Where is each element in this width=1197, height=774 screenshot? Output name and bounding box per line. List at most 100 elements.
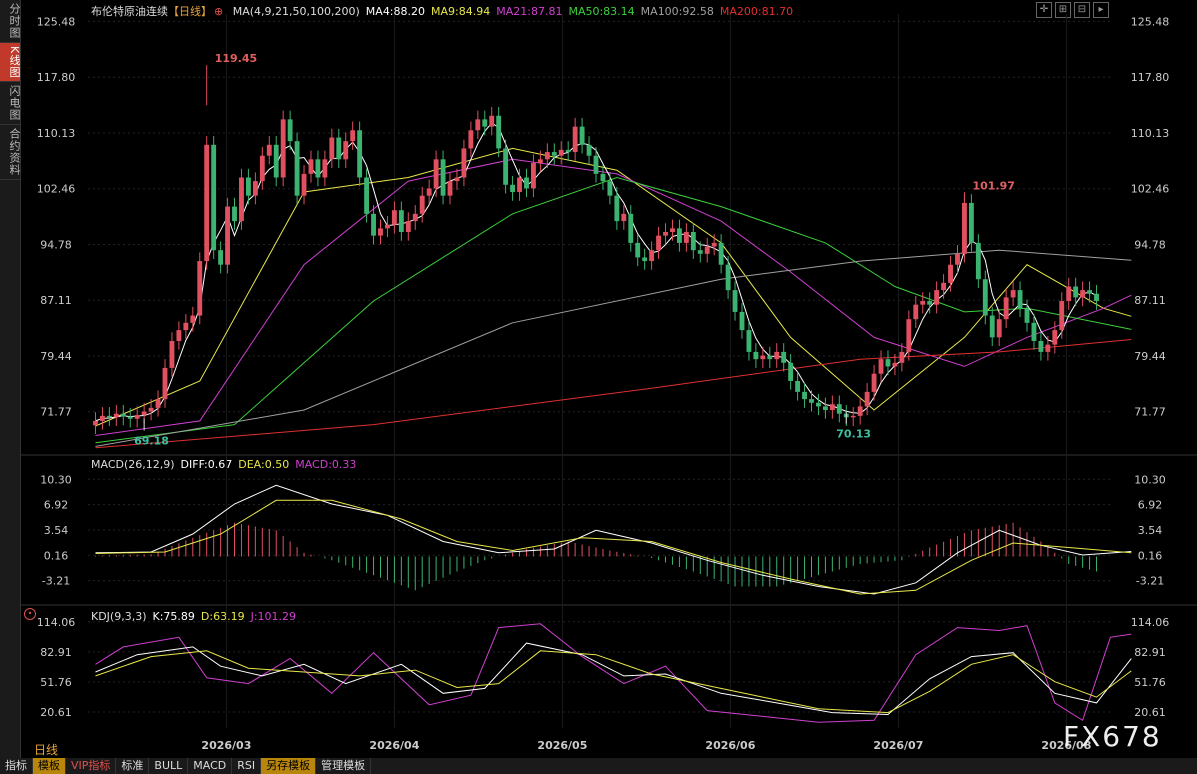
candle-body (1010, 290, 1016, 298)
candle-body (190, 315, 196, 323)
axis-tick-left: -3.21 (42, 575, 70, 588)
price-annotation: 70.13 (836, 428, 871, 441)
candle-body (753, 351, 759, 360)
candle-body (475, 119, 481, 131)
candle-body (878, 359, 884, 374)
candle-body (211, 144, 217, 251)
axis-tick-left: 6.92 (44, 499, 69, 512)
axis-tick-left: 3.54 (44, 524, 69, 537)
candle-body (975, 242, 981, 280)
x-axis-label: 2026/04 (369, 739, 419, 752)
candle-body (336, 137, 342, 160)
candle-body (1059, 301, 1065, 331)
candle-body (322, 159, 328, 178)
candle-body (287, 119, 293, 142)
candle-body (656, 235, 661, 251)
candle-body (419, 195, 425, 214)
btn-macd[interactable]: MACD (188, 758, 233, 774)
candle-body (343, 141, 349, 160)
candle-body (398, 210, 404, 232)
btn-vip-indicator[interactable]: VIP指标 (66, 758, 117, 774)
bottom-toolbar: 指标 模板 VIP指标 标准 BULL MACD RSI 另存模板 管理模板 (0, 758, 1197, 774)
candle-body (871, 373, 877, 392)
candle-body (996, 319, 1002, 338)
candle-body (614, 195, 620, 222)
candle-body (989, 315, 995, 338)
candle-body (524, 177, 529, 189)
candle-body (767, 355, 773, 360)
candle-body (892, 362, 898, 367)
macd-dea-line (95, 499, 1132, 595)
candle-body (1094, 293, 1099, 302)
btn-indicator[interactable]: 指标 (0, 758, 33, 774)
candle-body (1087, 290, 1093, 294)
candle-body (113, 413, 119, 418)
candle-body (683, 232, 689, 243)
axis-tick-right: 82.91 (1134, 646, 1166, 659)
axis-tick-left: 20.61 (40, 706, 72, 719)
candle-body (732, 290, 738, 312)
candle-body (391, 210, 397, 225)
ma-line-ma21 (95, 158, 1132, 436)
candle-body (864, 391, 870, 407)
candle-body (308, 159, 314, 174)
axis-tick-left: 79.44 (40, 350, 72, 363)
candle-body (259, 155, 265, 182)
btn-standard[interactable]: 标准 (116, 758, 150, 774)
candle-body (517, 177, 522, 193)
candle-body (329, 137, 335, 160)
candle-body (127, 416, 133, 419)
candle-body (218, 250, 224, 265)
axis-tick-right: 114.06 (1131, 616, 1170, 629)
candle-body (781, 351, 787, 363)
candle-body (955, 253, 960, 265)
candle-body (280, 119, 286, 178)
candle-body (232, 206, 237, 222)
candle-body (315, 159, 321, 178)
axis-tick-right: 117.80 (1131, 71, 1170, 84)
candle-body (183, 322, 189, 331)
btn-bull[interactable]: BULL (149, 758, 189, 774)
candle-body (690, 232, 696, 251)
axis-tick-left: 102.46 (37, 183, 76, 196)
candle-body (802, 391, 807, 400)
candle-body (586, 144, 592, 156)
candle-body (99, 415, 105, 421)
candle-body (245, 177, 251, 196)
candle-body (447, 181, 453, 196)
candle-body (405, 221, 411, 232)
candle-body (885, 359, 891, 367)
candle-body (301, 173, 307, 196)
candle-body (816, 402, 821, 407)
candle-body (711, 242, 717, 247)
candle-body (503, 148, 509, 185)
candle-body (412, 213, 418, 222)
candle-body (551, 152, 557, 156)
axis-tick-left: 117.80 (37, 71, 76, 84)
candle-body (197, 261, 203, 316)
btn-manage-template[interactable]: 管理模板 (316, 758, 372, 774)
candle-body (162, 367, 168, 400)
btn-template[interactable]: 模板 (33, 758, 66, 774)
candle-body (850, 415, 856, 418)
candle-body (357, 130, 363, 178)
candle-body (649, 250, 655, 262)
btn-rsi[interactable]: RSI (232, 758, 262, 774)
axis-tick-left: 125.48 (37, 15, 76, 28)
candle-body (982, 279, 988, 316)
period-label[interactable]: 日线 (34, 741, 58, 758)
candle-body (635, 242, 641, 258)
btn-save-template[interactable]: 另存模板 (261, 758, 317, 774)
candle-body (948, 264, 953, 283)
candle-body (676, 228, 682, 243)
price-chart[interactable]: 125.48 125.48 117.80 117.80 110.13 110.13 102.… (0, 0, 1197, 774)
candle-body (454, 177, 460, 182)
axis-tick-right: 10.30 (1134, 473, 1166, 486)
candle-body (558, 149, 564, 156)
candle-body (836, 404, 842, 414)
axis-tick-left: 71.77 (40, 406, 72, 419)
candle-body (857, 406, 863, 416)
candle-body (496, 115, 502, 149)
candle-body (718, 242, 724, 265)
candle-body (537, 159, 543, 163)
